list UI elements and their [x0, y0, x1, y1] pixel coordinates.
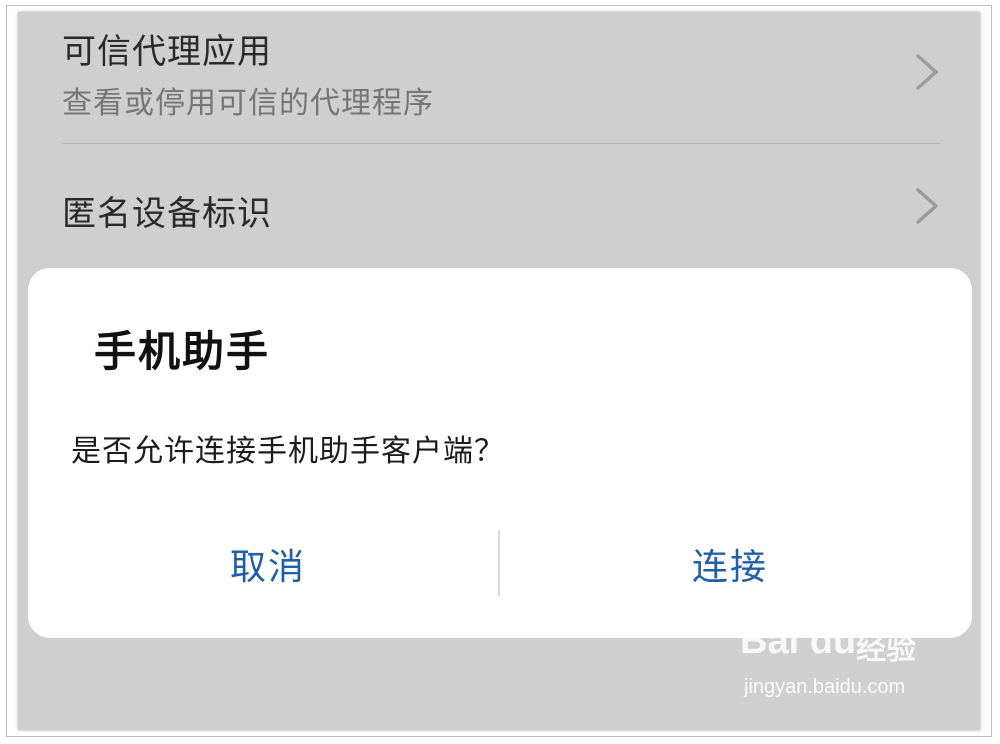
connect-button[interactable]: 连接 [500, 526, 960, 602]
screenshot-frame: 可信代理应用 查看或停用可信的代理程序 匿名设备标识 手机助手 是否允许连接手机… [0, 0, 1000, 744]
connect-dialog: 手机助手 是否允许连接手机助手客户端？ 取消 连接 [28, 268, 972, 638]
chevron-right-icon [916, 54, 938, 90]
dialog-title: 手机助手 [94, 327, 271, 376]
settings-item-anonymous-id[interactable]: 匿名设备标识 [18, 144, 980, 268]
phone-screen: 可信代理应用 查看或停用可信的代理程序 匿名设备标识 手机助手 是否允许连接手机… [18, 12, 980, 730]
chevron-right-icon [916, 188, 938, 224]
settings-item-trust-agents[interactable]: 可信代理应用 查看或停用可信的代理程序 [18, 12, 980, 142]
dialog-message: 是否允许连接手机助手客户端？ [71, 434, 505, 469]
settings-item-subtitle: 查看或停用可信的代理程序 [62, 86, 434, 121]
settings-item-title: 匿名设备标识 [62, 194, 272, 234]
watermark-url: jingyan.baidu.com [744, 676, 906, 698]
cancel-button[interactable]: 取消 [38, 526, 498, 602]
settings-item-title: 可信代理应用 [62, 32, 272, 72]
